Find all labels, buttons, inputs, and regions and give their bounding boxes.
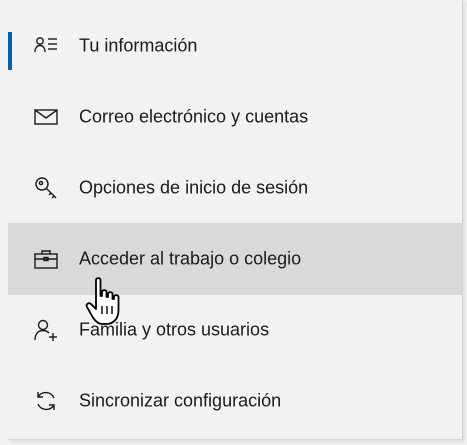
menu-item-work-school[interactable]: Acceder al trabajo o colegio: [8, 223, 462, 295]
key-icon: [34, 176, 58, 200]
accounts-nav-menu: Tu información Correo electrónico y cuen…: [8, 0, 463, 440]
person-list-icon: [34, 34, 58, 58]
mail-icon: [34, 105, 58, 129]
menu-item-family-users[interactable]: Familia y otros usuarios: [8, 294, 462, 366]
menu-item-label: Tu información: [79, 35, 198, 56]
settings-panel: Tu información Correo electrónico y cuen…: [0, 0, 467, 445]
menu-item-label: Opciones de inicio de sesión: [79, 177, 309, 198]
menu-item-label: Familia y otros usuarios: [79, 319, 270, 340]
menu-item-sign-in-options[interactable]: Opciones de inicio de sesión: [8, 152, 462, 224]
menu-item-label: Acceder al trabajo o colegio: [79, 248, 302, 269]
menu-item-email-accounts[interactable]: Correo electrónico y cuentas: [8, 81, 462, 153]
sync-icon: [34, 389, 58, 413]
menu-item-label: Sincronizar configuración: [79, 390, 282, 411]
briefcase-icon: [34, 247, 58, 271]
menu-item-your-info[interactable]: Tu información: [8, 10, 462, 82]
menu-item-label: Correo electrónico y cuentas: [79, 106, 309, 127]
person-add-icon: [34, 318, 58, 342]
menu-item-sync-settings[interactable]: Sincronizar configuración: [8, 365, 462, 437]
